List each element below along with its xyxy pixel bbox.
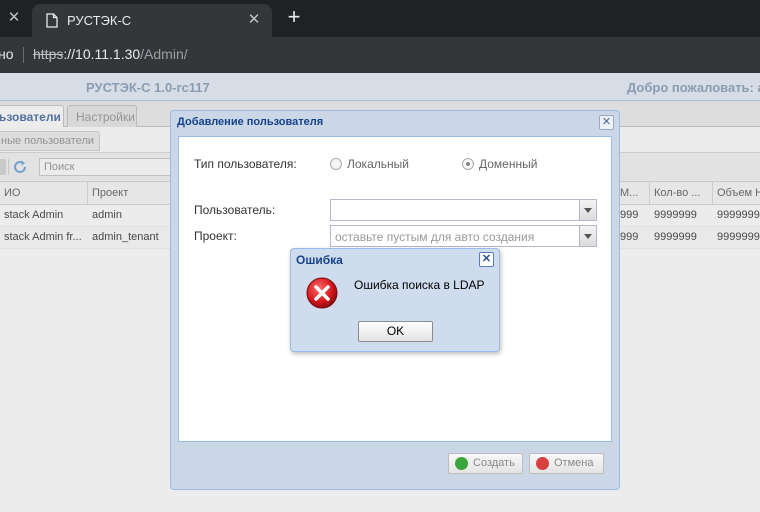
error-close-icon[interactable]: ✕ (479, 252, 494, 267)
url-field[interactable]: https://10.11.1.30/Admin/ (33, 46, 188, 62)
cancel-icon (536, 457, 549, 470)
user-combo[interactable] (330, 199, 597, 221)
window-title: Добавление пользователя (177, 116, 324, 128)
project-combo-placeholder: оставьте пустым для авто создания (335, 230, 535, 244)
previous-tab-close-icon[interactable]: ✕ (6, 10, 22, 26)
cancel-button-label: Отмена (554, 457, 594, 469)
radio-local[interactable] (330, 158, 342, 170)
user-type-label: Тип пользователя: (194, 157, 297, 171)
radio-local-label[interactable]: Локальный (347, 157, 409, 171)
error-dialog-title: Ошибка (296, 253, 343, 267)
new-tab-button[interactable]: + (283, 6, 305, 28)
url-path: /Admin/ (140, 46, 188, 62)
radio-domain[interactable] (462, 158, 474, 170)
address-bar: но https://10.11.1.30/Admin/ (0, 37, 760, 73)
url-host: ://10.11.1.30 (63, 46, 141, 62)
tab-close-icon[interactable]: ✕ (246, 12, 262, 28)
project-combo[interactable]: оставьте пустым для авто создания (330, 225, 597, 247)
create-button-label: Создать (473, 457, 515, 469)
browser-tab-active[interactable]: РУСТЭК-С ✕ (32, 4, 272, 37)
chevron-down-icon[interactable] (579, 226, 596, 246)
page-icon (46, 13, 58, 28)
radio-domain-label[interactable]: Доменный (479, 157, 537, 171)
create-button[interactable]: Создать (448, 453, 523, 474)
project-field-label: Проект: (194, 229, 237, 243)
error-icon (306, 277, 338, 309)
url-scheme: https (33, 46, 64, 62)
check-icon (455, 457, 468, 470)
error-message: Ошибка поиска в LDAP (354, 278, 485, 292)
address-separator (23, 47, 24, 63)
cancel-button[interactable]: Отмена (529, 453, 604, 474)
browser-tab-bar: ✕ РУСТЭК-С ✕ + (0, 0, 760, 37)
ok-button[interactable]: OK (358, 321, 433, 342)
user-field-label: Пользователь: (194, 203, 276, 217)
tab-title: РУСТЭК-С (67, 13, 132, 28)
window-close-icon[interactable]: ✕ (599, 115, 614, 130)
security-label[interactable]: но (0, 46, 14, 62)
error-dialog: Ошибка ✕ Ошибка поиска в LDAP OK (290, 248, 500, 352)
window-header[interactable]: Добавление пользователя ✕ (171, 111, 619, 134)
chevron-down-icon[interactable] (579, 200, 596, 220)
